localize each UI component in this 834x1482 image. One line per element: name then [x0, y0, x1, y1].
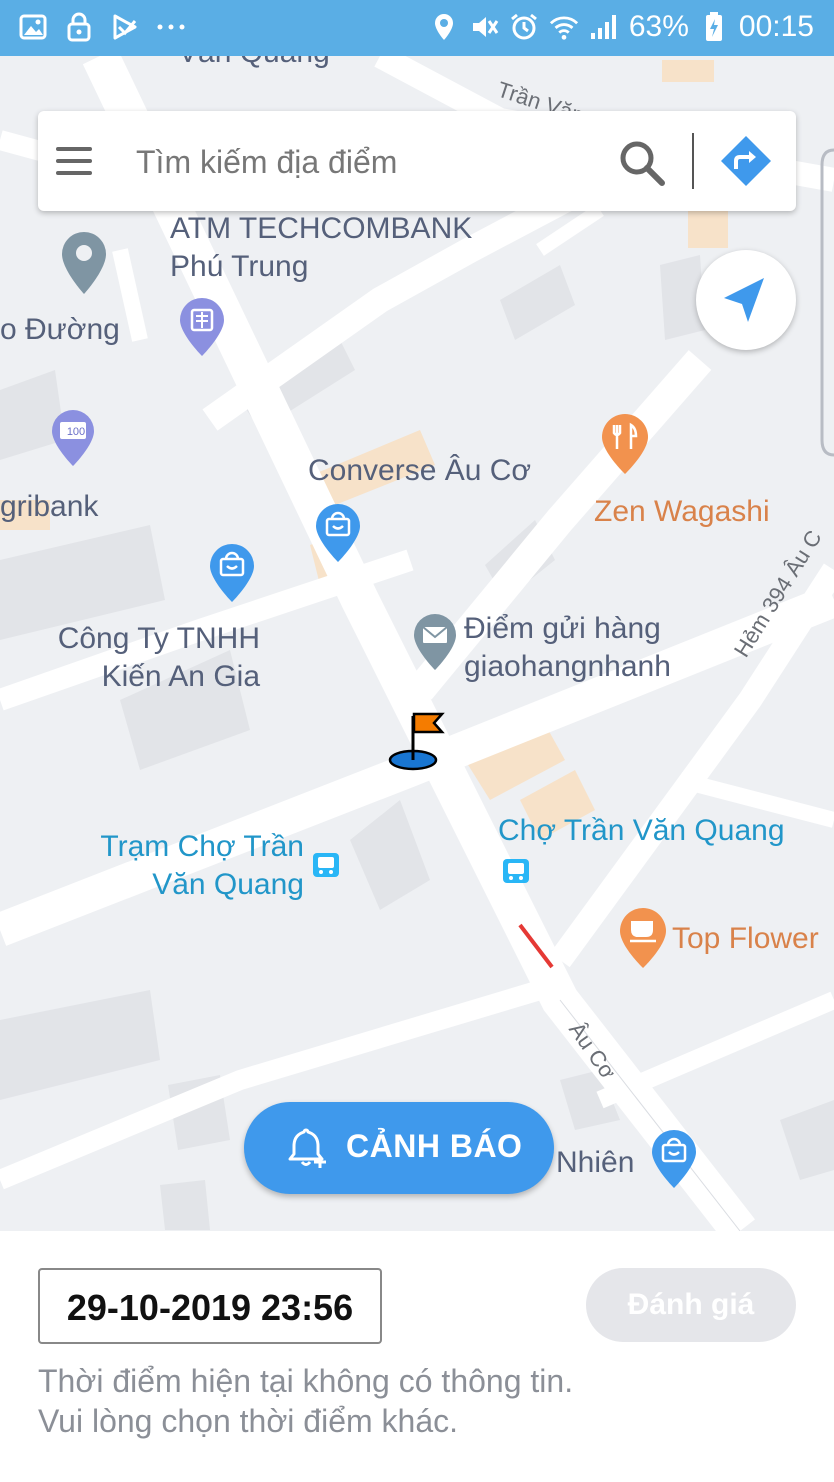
gallery-icon	[18, 12, 48, 42]
poi-cong-ty-kien-an-gia[interactable]: Công Ty TNHH Kiến An Gia	[48, 620, 260, 696]
battery-percent: 63%	[628, 10, 689, 43]
poi-zen-wagashi[interactable]: Zen Wagashi	[594, 493, 770, 531]
cafe-pin-icon[interactable]	[618, 906, 668, 970]
no-info-message: Thời điểm hiện tại không có thông tin. V…	[38, 1361, 573, 1441]
mute-icon	[469, 12, 499, 42]
building	[0, 990, 160, 1100]
bottom-panel: 29-10-2019 23:56 Đánh giá Thời điểm hiện…	[0, 1231, 834, 1482]
restaurant-pin-icon[interactable]	[600, 412, 650, 476]
bell-plus-icon	[288, 1128, 326, 1168]
directions-icon[interactable]	[718, 133, 774, 189]
navigation-arrow-icon	[724, 278, 764, 322]
atm-pin-icon[interactable]	[178, 296, 226, 358]
battery-charging-icon	[699, 12, 729, 42]
poi-diem-gui-hang[interactable]: Điểm gửi hàng giaohangnhanh	[464, 610, 671, 686]
building	[350, 800, 430, 910]
no-info-message-line2: Vui lòng chọn thời điểm khác.	[38, 1403, 459, 1439]
bus-stop-icon[interactable]	[312, 852, 340, 878]
more-notifications-icon	[156, 12, 186, 42]
no-info-message-line1: Thời điểm hiện tại không có thông tin.	[38, 1363, 574, 1399]
alert-button[interactable]: CẢNH BÁO	[244, 1102, 554, 1194]
building	[500, 265, 575, 340]
bank-pin-icon[interactable]: 100	[50, 408, 96, 468]
map-view[interactable]: Văn Quang Trần Văn Quan ATM TECHCOMBANK …	[0, 56, 834, 1231]
wifi-icon	[549, 12, 579, 42]
play-store-icon	[110, 12, 140, 42]
poi-top-flower[interactable]: Top Flower	[672, 920, 819, 958]
rate-button[interactable]: Đánh giá	[586, 1268, 796, 1342]
bus-stop-icon[interactable]	[502, 858, 530, 884]
search-divider	[692, 133, 694, 189]
shopping-bag-pin-icon[interactable]	[208, 542, 256, 604]
alarm-icon	[509, 12, 539, 42]
building	[780, 1100, 834, 1180]
status-bar: 63% 00:15	[0, 0, 834, 56]
menu-icon[interactable]	[56, 147, 92, 175]
building	[662, 60, 714, 82]
location-icon	[429, 12, 459, 42]
poi-label-duong: o Đường	[0, 313, 120, 346]
atm-code: 100	[67, 426, 85, 438]
poi-tram-cho-tran-van-quang[interactable]: Trạm Chợ Trần Văn Quang	[96, 828, 304, 904]
datetime-selector[interactable]: 29-10-2019 23:56	[38, 1268, 382, 1344]
building	[160, 1180, 210, 1230]
alert-button-label: CẢNH BÁO	[346, 1128, 523, 1164]
road-label-van-quang: Văn Quang	[178, 56, 330, 72]
location-pin-icon[interactable]	[60, 230, 108, 296]
lock-icon	[64, 12, 94, 42]
poi-atm-techcombank[interactable]: ATM TECHCOMBANK Phú Trung	[170, 210, 472, 286]
shopping-bag-pin-icon[interactable]	[314, 502, 362, 564]
my-location-button[interactable]	[696, 250, 796, 350]
poi-nhien[interactable]: Nhiên	[556, 1144, 634, 1182]
search-bar	[38, 111, 796, 211]
search-icon[interactable]	[616, 137, 668, 189]
search-input[interactable]	[134, 137, 598, 187]
poi-agribank[interactable]: gribank	[0, 488, 98, 526]
mail-pin-icon[interactable]	[412, 612, 458, 672]
clock: 00:15	[738, 10, 814, 43]
poi-converse-au-co[interactable]: Converse Âu Cơ	[308, 452, 531, 490]
flag-marker-icon[interactable]	[386, 710, 448, 772]
signal-icon	[589, 12, 619, 42]
shopping-bag-pin-icon[interactable]	[650, 1128, 698, 1190]
poi-cho-tran-van-quang[interactable]: Chợ Trần Văn Quang	[498, 812, 785, 850]
